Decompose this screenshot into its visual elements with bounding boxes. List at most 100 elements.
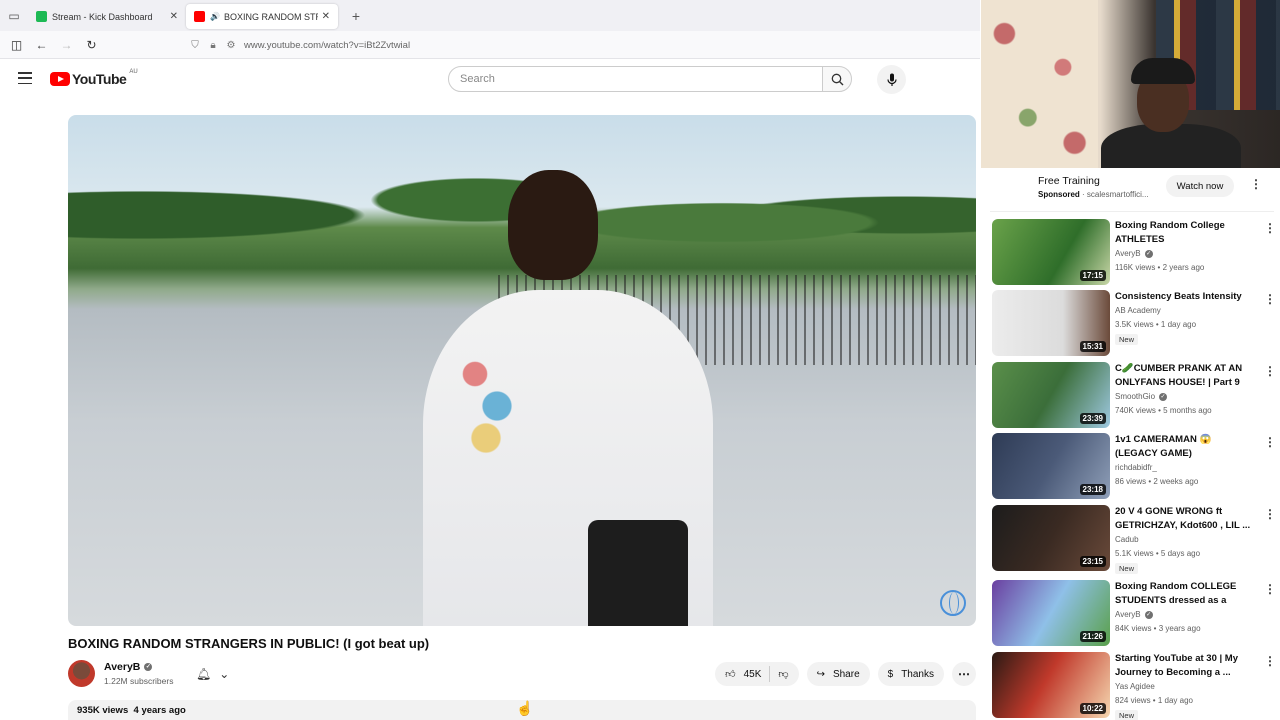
more-options-icon[interactable]: ⋮ bbox=[1250, 177, 1262, 191]
recommended-video[interactable]: 17:15 Boxing Random College ATHLETES Ave… bbox=[992, 219, 1277, 287]
close-icon[interactable]: ✕ bbox=[170, 11, 178, 22]
speaker-icon[interactable]: 🔊 bbox=[210, 12, 220, 21]
recommended-video[interactable]: 15:31 Consistency Beats Intensity AB Aca… bbox=[992, 290, 1277, 358]
video-thumbnail[interactable]: 23:39 bbox=[992, 362, 1110, 428]
more-options-icon[interactable]: ⋮ bbox=[1264, 582, 1276, 596]
channel-avatar[interactable] bbox=[68, 660, 95, 687]
mouse-cursor-icon: ☝ bbox=[516, 700, 534, 716]
video-actions: 👍︎ 45K 👎︎ ↪ Share $ Thanks ⋯ bbox=[715, 662, 976, 686]
url-bar[interactable]: ⛉ 🔒︎ ⚙ www.youtube.com/watch?v=iBt2Zvtwi… bbox=[186, 34, 976, 56]
more-options-icon[interactable]: ⋮ bbox=[1264, 221, 1276, 235]
voice-search-button[interactable] bbox=[877, 65, 906, 94]
notification-button[interactable]: 🔔︎ ⌄ bbox=[196, 663, 244, 685]
watch-now-button[interactable]: Watch now bbox=[1166, 175, 1234, 197]
thanks-button[interactable]: $ Thanks bbox=[877, 662, 944, 686]
shield-icon[interactable]: ⛉ bbox=[186, 40, 204, 51]
view-count: 935K views bbox=[77, 705, 129, 716]
globe-icon[interactable] bbox=[940, 590, 966, 616]
recommended-title[interactable]: Boxing Random College ATHLETES bbox=[1115, 219, 1255, 247]
recommended-video[interactable]: 23:39 C🥒CUMBER PRANK AT AN ONLYFANS HOUS… bbox=[992, 362, 1277, 430]
recommended-channel[interactable]: Cadub bbox=[1115, 535, 1139, 544]
video-thumbnail[interactable]: 10:22 bbox=[992, 652, 1110, 718]
youtube-favicon-icon bbox=[194, 11, 205, 22]
recommended-video[interactable]: 23:18 1v1 CAMERAMAN 😱 (LEGACY GAME) rich… bbox=[992, 433, 1277, 501]
tab-title: Stream - Kick Dashboard bbox=[52, 11, 153, 22]
reload-icon[interactable]: ↻ bbox=[79, 34, 104, 56]
close-icon[interactable]: ✕ bbox=[322, 11, 330, 22]
video-player[interactable] bbox=[68, 115, 976, 626]
thumbs-up-icon[interactable]: 👍︎ bbox=[725, 668, 735, 680]
video-title: BOXING RANDOM STRANGERS IN PUBLIC! (I go… bbox=[68, 636, 430, 651]
like-dislike-button[interactable]: 👍︎ 45K 👎︎ bbox=[715, 662, 799, 686]
channel-name-text[interactable]: AB Academy bbox=[1115, 306, 1161, 315]
more-options-icon[interactable]: ⋮ bbox=[1264, 435, 1276, 449]
recommended-channel[interactable]: Yas Agidee bbox=[1115, 682, 1155, 691]
channel-row: AveryB ✓ 1.22M subscribers 🔔︎ ⌄ 👍︎ 45K 👎… bbox=[68, 660, 976, 690]
video-thumbnail[interactable]: 21:26 bbox=[992, 580, 1110, 646]
recommended-meta: 5.1K views • 5 days ago bbox=[1115, 549, 1201, 558]
sponsored-ad[interactable]: Free Training Sponsored · scalesmartoffi… bbox=[990, 168, 1274, 212]
channel-name-text[interactable]: Cadub bbox=[1115, 535, 1139, 544]
ad-title[interactable]: Free Training bbox=[1038, 175, 1100, 187]
channel-name[interactable]: AveryB ✓ bbox=[104, 661, 153, 673]
browser-tab-kick[interactable]: Stream - Kick Dashboard ✕ bbox=[28, 4, 186, 29]
verified-icon: ✓ bbox=[1144, 249, 1153, 258]
recommended-channel[interactable]: AveryB ✓ bbox=[1115, 610, 1153, 619]
recommended-video[interactable]: 21:26 Boxing Random COLLEGE STUDENTS dre… bbox=[992, 580, 1277, 648]
channel-name-text[interactable]: Yas Agidee bbox=[1115, 682, 1155, 691]
recommended-title[interactable]: Boxing Random COLLEGE STUDENTS dressed a… bbox=[1115, 580, 1255, 608]
more-options-icon[interactable]: ⋮ bbox=[1264, 364, 1276, 378]
recommended-channel[interactable]: AveryB ✓ bbox=[1115, 249, 1153, 258]
recommended-channel[interactable]: richdabidfr_ bbox=[1115, 463, 1157, 472]
menu-icon[interactable] bbox=[18, 72, 32, 84]
kick-favicon-icon bbox=[36, 11, 47, 22]
ad-advertiser: scalesmartoffici... bbox=[1086, 190, 1149, 199]
webcam-overlay bbox=[981, 0, 1280, 168]
search-input[interactable]: Search bbox=[448, 66, 823, 92]
recommended-meta: 84K views • 3 years ago bbox=[1115, 624, 1201, 633]
thumbs-down-icon[interactable]: 👎︎ bbox=[778, 668, 788, 680]
search-placeholder: Search bbox=[460, 73, 495, 85]
duration-badge: 23:18 bbox=[1079, 484, 1106, 495]
more-options-icon[interactable]: ⋮ bbox=[1264, 507, 1276, 521]
video-thumbnail[interactable]: 23:15 bbox=[992, 505, 1110, 571]
share-button[interactable]: ↪ Share bbox=[806, 662, 870, 686]
tab-list-icon[interactable]: ▭ bbox=[0, 0, 28, 31]
like-count[interactable]: 45K bbox=[744, 669, 762, 680]
permissions-icon[interactable]: ⚙ bbox=[222, 40, 240, 51]
forward-icon[interactable]: → bbox=[54, 34, 79, 56]
search-button[interactable] bbox=[822, 66, 852, 92]
channel-name-text[interactable]: AveryB bbox=[104, 661, 140, 673]
youtube-logo[interactable]: YouTube AU bbox=[50, 69, 138, 87]
recommended-title[interactable]: 1v1 CAMERAMAN 😱 (LEGACY GAME) bbox=[1115, 433, 1255, 461]
recommended-channel[interactable]: AB Academy bbox=[1115, 306, 1161, 315]
video-thumbnail[interactable]: 15:31 bbox=[992, 290, 1110, 356]
more-options-icon[interactable]: ⋮ bbox=[1264, 292, 1276, 306]
video-thumbnail[interactable]: 23:18 bbox=[992, 433, 1110, 499]
recommended-title[interactable]: 20 V 4 GONE WRONG ft GETRICHZAY, Kdot600… bbox=[1115, 505, 1255, 533]
youtube-play-icon bbox=[50, 72, 70, 86]
channel-name-text[interactable]: AveryB bbox=[1115, 249, 1141, 258]
recommended-title[interactable]: C🥒CUMBER PRANK AT AN ONLYFANS HOUSE! | P… bbox=[1115, 362, 1255, 390]
recommended-title[interactable]: Starting YouTube at 30 | My Journey to B… bbox=[1115, 652, 1255, 680]
recommended-video[interactable]: 23:15 20 V 4 GONE WRONG ft GETRICHZAY, K… bbox=[992, 505, 1277, 574]
recommended-video[interactable]: 10:22 Starting YouTube at 30 | My Journe… bbox=[992, 652, 1277, 720]
lock-icon[interactable]: 🔒︎ bbox=[204, 40, 222, 51]
channel-name-text[interactable]: AveryB bbox=[1115, 610, 1141, 619]
sidebar-toggle-icon[interactable]: ◫ bbox=[4, 34, 29, 56]
channel-name-text[interactable]: richdabidfr_ bbox=[1115, 463, 1157, 472]
browser-tab-youtube[interactable]: 🔊 BOXING RANDOM STRANG ✕ bbox=[186, 4, 338, 29]
more-actions-icon[interactable]: ⋯ bbox=[952, 662, 976, 686]
back-icon[interactable]: ← bbox=[29, 34, 54, 56]
more-options-icon[interactable]: ⋮ bbox=[1264, 654, 1276, 668]
microphone-icon bbox=[886, 73, 897, 86]
url-text[interactable]: www.youtube.com/watch?v=iBt2Zvtwial bbox=[244, 40, 410, 51]
sponsored-label: Sponsored bbox=[1038, 190, 1080, 199]
channel-name-text[interactable]: SmoothGio bbox=[1115, 392, 1155, 401]
recommended-title[interactable]: Consistency Beats Intensity bbox=[1115, 290, 1255, 304]
new-tab-icon[interactable]: + bbox=[344, 8, 368, 24]
duration-badge: 23:39 bbox=[1079, 413, 1106, 424]
recommended-channel[interactable]: SmoothGio ✓ bbox=[1115, 392, 1168, 401]
video-thumbnail[interactable]: 17:15 bbox=[992, 219, 1110, 285]
recommended-meta: 740K views • 5 months ago bbox=[1115, 406, 1212, 415]
